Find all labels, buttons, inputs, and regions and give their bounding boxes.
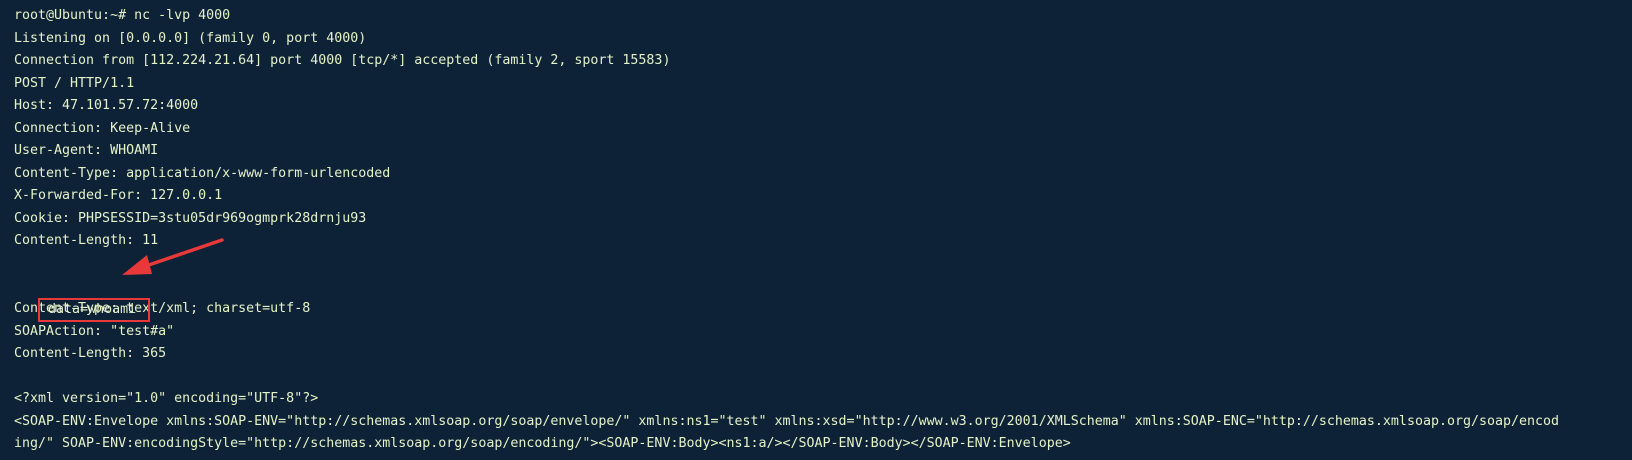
terminal-line: User-Agent: WHOAMI: [14, 143, 159, 159]
terminal-line: <SOAP-ENV:Envelope xmlns:SOAP-ENV="http:…: [14, 413, 1560, 429]
terminal-line: Content-Type: application/x-www-form-url…: [14, 165, 391, 181]
terminal-line: Host: 47.101.57.72:4000: [14, 98, 199, 114]
terminal-window[interactable]: root@Ubuntu:~# nc -lvp 4000 Listening on…: [0, 0, 1632, 460]
terminal-line: root@Ubuntu:~# nc -lvp 4000: [14, 8, 231, 23]
terminal-line-highlighted: data=whoami: [14, 276, 1632, 323]
terminal-line: Cookie: PHPSESSID=3stu05dr969ogmprk28drn…: [14, 210, 367, 226]
terminal-line: ing/" SOAP-ENV:encodingStyle="http://sch…: [14, 436, 1071, 452]
highlighted-payload-text: data=whoami: [48, 302, 137, 318]
terminal-line: X-Forwarded-For: 127.0.0.1: [14, 188, 223, 204]
terminal-line: <?xml version="1.0" encoding="UTF-8"?>: [14, 391, 319, 407]
terminal-line: Content-Type: text/xml; charset=utf-8: [14, 301, 311, 317]
terminal-line: Connection: Keep-Alive: [14, 120, 191, 136]
terminal-line: Content-Length: 365: [14, 346, 167, 362]
terminal-line: SOAPAction: "test#a": [14, 323, 175, 339]
terminal-cursor-line: [14, 456, 1632, 460]
terminal-line: Listening on [0.0.0.0] (family 0, port 4…: [14, 30, 367, 46]
highlight-box: data=whoami: [38, 298, 151, 323]
terminal-line: Connection from [112.224.21.64] port 400…: [14, 53, 671, 69]
terminal-line: POST / HTTP/1.1: [14, 75, 135, 91]
terminal-line: Content-Length: 11: [14, 233, 159, 249]
